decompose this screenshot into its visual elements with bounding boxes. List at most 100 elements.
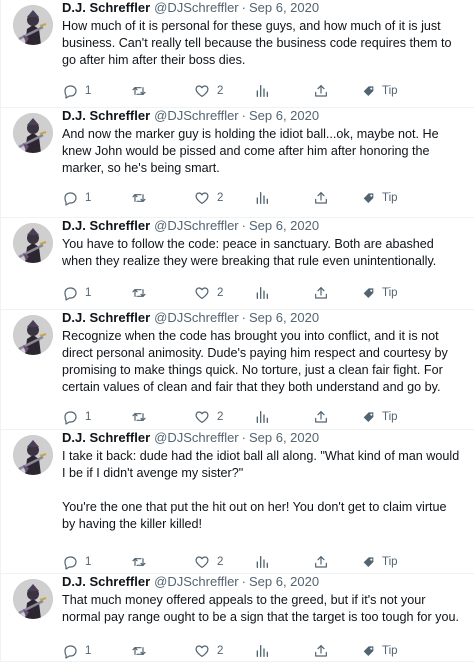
like-button[interactable]: 2 (194, 553, 223, 571)
avatar[interactable] (13, 435, 53, 475)
tweet-body: D.J. Schreffler @DJSchreffler · Sep 6, 2020… (62, 108, 463, 177)
tip-icon (361, 409, 377, 425)
reply-button[interactable]: 1 (62, 642, 91, 660)
avatar[interactable] (13, 5, 53, 45)
tweet-actions: 1 2 Tip (62, 642, 474, 660)
reply-count: 1 (85, 85, 92, 97)
tweet-header: D.J. Schreffler @DJSchreffler · Sep 6, 2020 (62, 430, 463, 446)
share-button[interactable] (313, 553, 329, 571)
share-icon (313, 285, 329, 301)
avatar[interactable] (13, 579, 53, 619)
author-name[interactable]: D.J. Schreffler (62, 310, 150, 326)
reply-button[interactable]: 1 (62, 553, 91, 571)
tip-button[interactable]: Tip (361, 553, 398, 571)
avatar[interactable] (13, 113, 53, 153)
retweet-button[interactable] (131, 553, 147, 571)
views-button[interactable] (254, 408, 270, 426)
author-name[interactable]: D.J. Schreffler (62, 218, 150, 234)
share-icon (313, 554, 329, 570)
share-button[interactable] (313, 284, 329, 302)
reply-count: 1 (85, 192, 92, 204)
heart-icon (194, 643, 210, 659)
tweet-date[interactable]: Sep 6, 2020 (249, 310, 319, 326)
tweet[interactable]: D.J. Schreffler @DJSchreffler · Sep 6, 2020… (1, 0, 474, 108)
views-button[interactable] (254, 82, 270, 100)
tweet-date[interactable]: Sep 6, 2020 (249, 218, 319, 234)
share-button[interactable] (313, 408, 329, 426)
reply-button[interactable]: 1 (62, 189, 91, 207)
tweet-body: D.J. Schreffler @DJSchreffler · Sep 6, 2020… (62, 310, 463, 396)
author-handle[interactable]: @DJSchreffler (154, 574, 238, 590)
tweet-text: You have to follow the code: peace in sa… (62, 237, 438, 268)
like-count: 2 (217, 287, 224, 299)
heart-icon (194, 554, 210, 570)
author-name[interactable]: D.J. Schreffler (62, 108, 150, 124)
share-button[interactable] (313, 189, 329, 207)
reply-icon (62, 83, 78, 99)
author-handle[interactable]: @DJSchreffler (154, 218, 238, 234)
tweet-actions: 1 2 Tip (62, 408, 474, 426)
avatar[interactable] (13, 223, 53, 263)
tweet-header: D.J. Schreffler @DJSchreffler · Sep 6, 2020 (62, 574, 463, 590)
views-button[interactable] (254, 189, 270, 207)
reply-count: 1 (85, 556, 92, 568)
tweet[interactable]: D.J. Schreffler @DJSchreffler · Sep 6, 2020… (1, 574, 474, 662)
views-button[interactable] (254, 553, 270, 571)
tweet-actions: 1 2 Tip (62, 284, 474, 302)
like-button[interactable]: 2 (194, 189, 223, 207)
separator-dot: · (241, 574, 246, 589)
like-button[interactable]: 2 (194, 642, 223, 660)
retweet-button[interactable] (131, 284, 147, 302)
tweet-date[interactable]: Sep 6, 2020 (249, 0, 319, 16)
author-handle[interactable]: @DJSchreffler (154, 0, 238, 16)
tip-button[interactable]: Tip (361, 284, 398, 302)
avatar[interactable] (13, 315, 53, 355)
tweet-date[interactable]: Sep 6, 2020 (249, 430, 319, 446)
share-button[interactable] (313, 642, 329, 660)
views-button[interactable] (254, 642, 270, 660)
tip-button[interactable]: Tip (361, 189, 398, 207)
tweet-text: Recognize when the code has brought you … (62, 329, 452, 394)
retweet-button[interactable] (131, 642, 147, 660)
tweet[interactable]: D.J. Schreffler @DJSchreffler · Sep 6, 2020… (1, 310, 474, 430)
author-handle[interactable]: @DJSchreffler (154, 108, 238, 124)
tweet-body: D.J. Schreffler @DJSchreffler · Sep 6, 2020… (62, 430, 463, 533)
tip-label: Tip (382, 411, 398, 423)
tip-icon (361, 285, 377, 301)
reply-button[interactable]: 1 (62, 82, 91, 100)
reply-icon (62, 285, 78, 301)
retweet-button[interactable] (131, 189, 147, 207)
tweet-actions: 1 2 Tip (62, 553, 474, 571)
like-button[interactable]: 2 (194, 408, 223, 426)
tip-button[interactable]: Tip (361, 642, 398, 660)
like-button[interactable]: 2 (194, 284, 223, 302)
tip-button[interactable]: Tip (361, 408, 398, 426)
reply-count: 1 (85, 411, 92, 423)
views-chart-icon (254, 554, 270, 570)
share-icon (313, 643, 329, 659)
views-button[interactable] (254, 284, 270, 302)
author-handle[interactable]: @DJSchreffler (154, 430, 238, 446)
tweet-date[interactable]: Sep 6, 2020 (249, 574, 319, 590)
tweet[interactable]: D.J. Schreffler @DJSchreffler · Sep 6, 2020… (1, 218, 474, 310)
author-handle[interactable]: @DJSchreffler (154, 310, 238, 326)
author-name[interactable]: D.J. Schreffler (62, 430, 150, 446)
separator-dot: · (241, 310, 246, 325)
tweet-date[interactable]: Sep 6, 2020 (249, 108, 319, 124)
views-chart-icon (254, 190, 270, 206)
retweet-button[interactable] (131, 82, 147, 100)
share-button[interactable] (313, 82, 329, 100)
author-name[interactable]: D.J. Schreffler (62, 0, 150, 16)
reply-icon (62, 409, 78, 425)
tweet[interactable]: D.J. Schreffler @DJSchreffler · Sep 6, 2020… (1, 108, 474, 218)
reply-button[interactable]: 1 (62, 408, 91, 426)
tweet[interactable]: D.J. Schreffler @DJSchreffler · Sep 6, 2020… (1, 430, 474, 574)
author-name[interactable]: D.J. Schreffler (62, 574, 150, 590)
tip-label: Tip (382, 287, 398, 299)
retweet-button[interactable] (131, 408, 147, 426)
reply-button[interactable]: 1 (62, 284, 91, 302)
tip-label: Tip (382, 645, 398, 657)
like-button[interactable]: 2 (194, 82, 223, 100)
tip-button[interactable]: Tip (361, 82, 398, 100)
tweet-body: D.J. Schreffler @DJSchreffler · Sep 6, 2020… (62, 574, 463, 626)
